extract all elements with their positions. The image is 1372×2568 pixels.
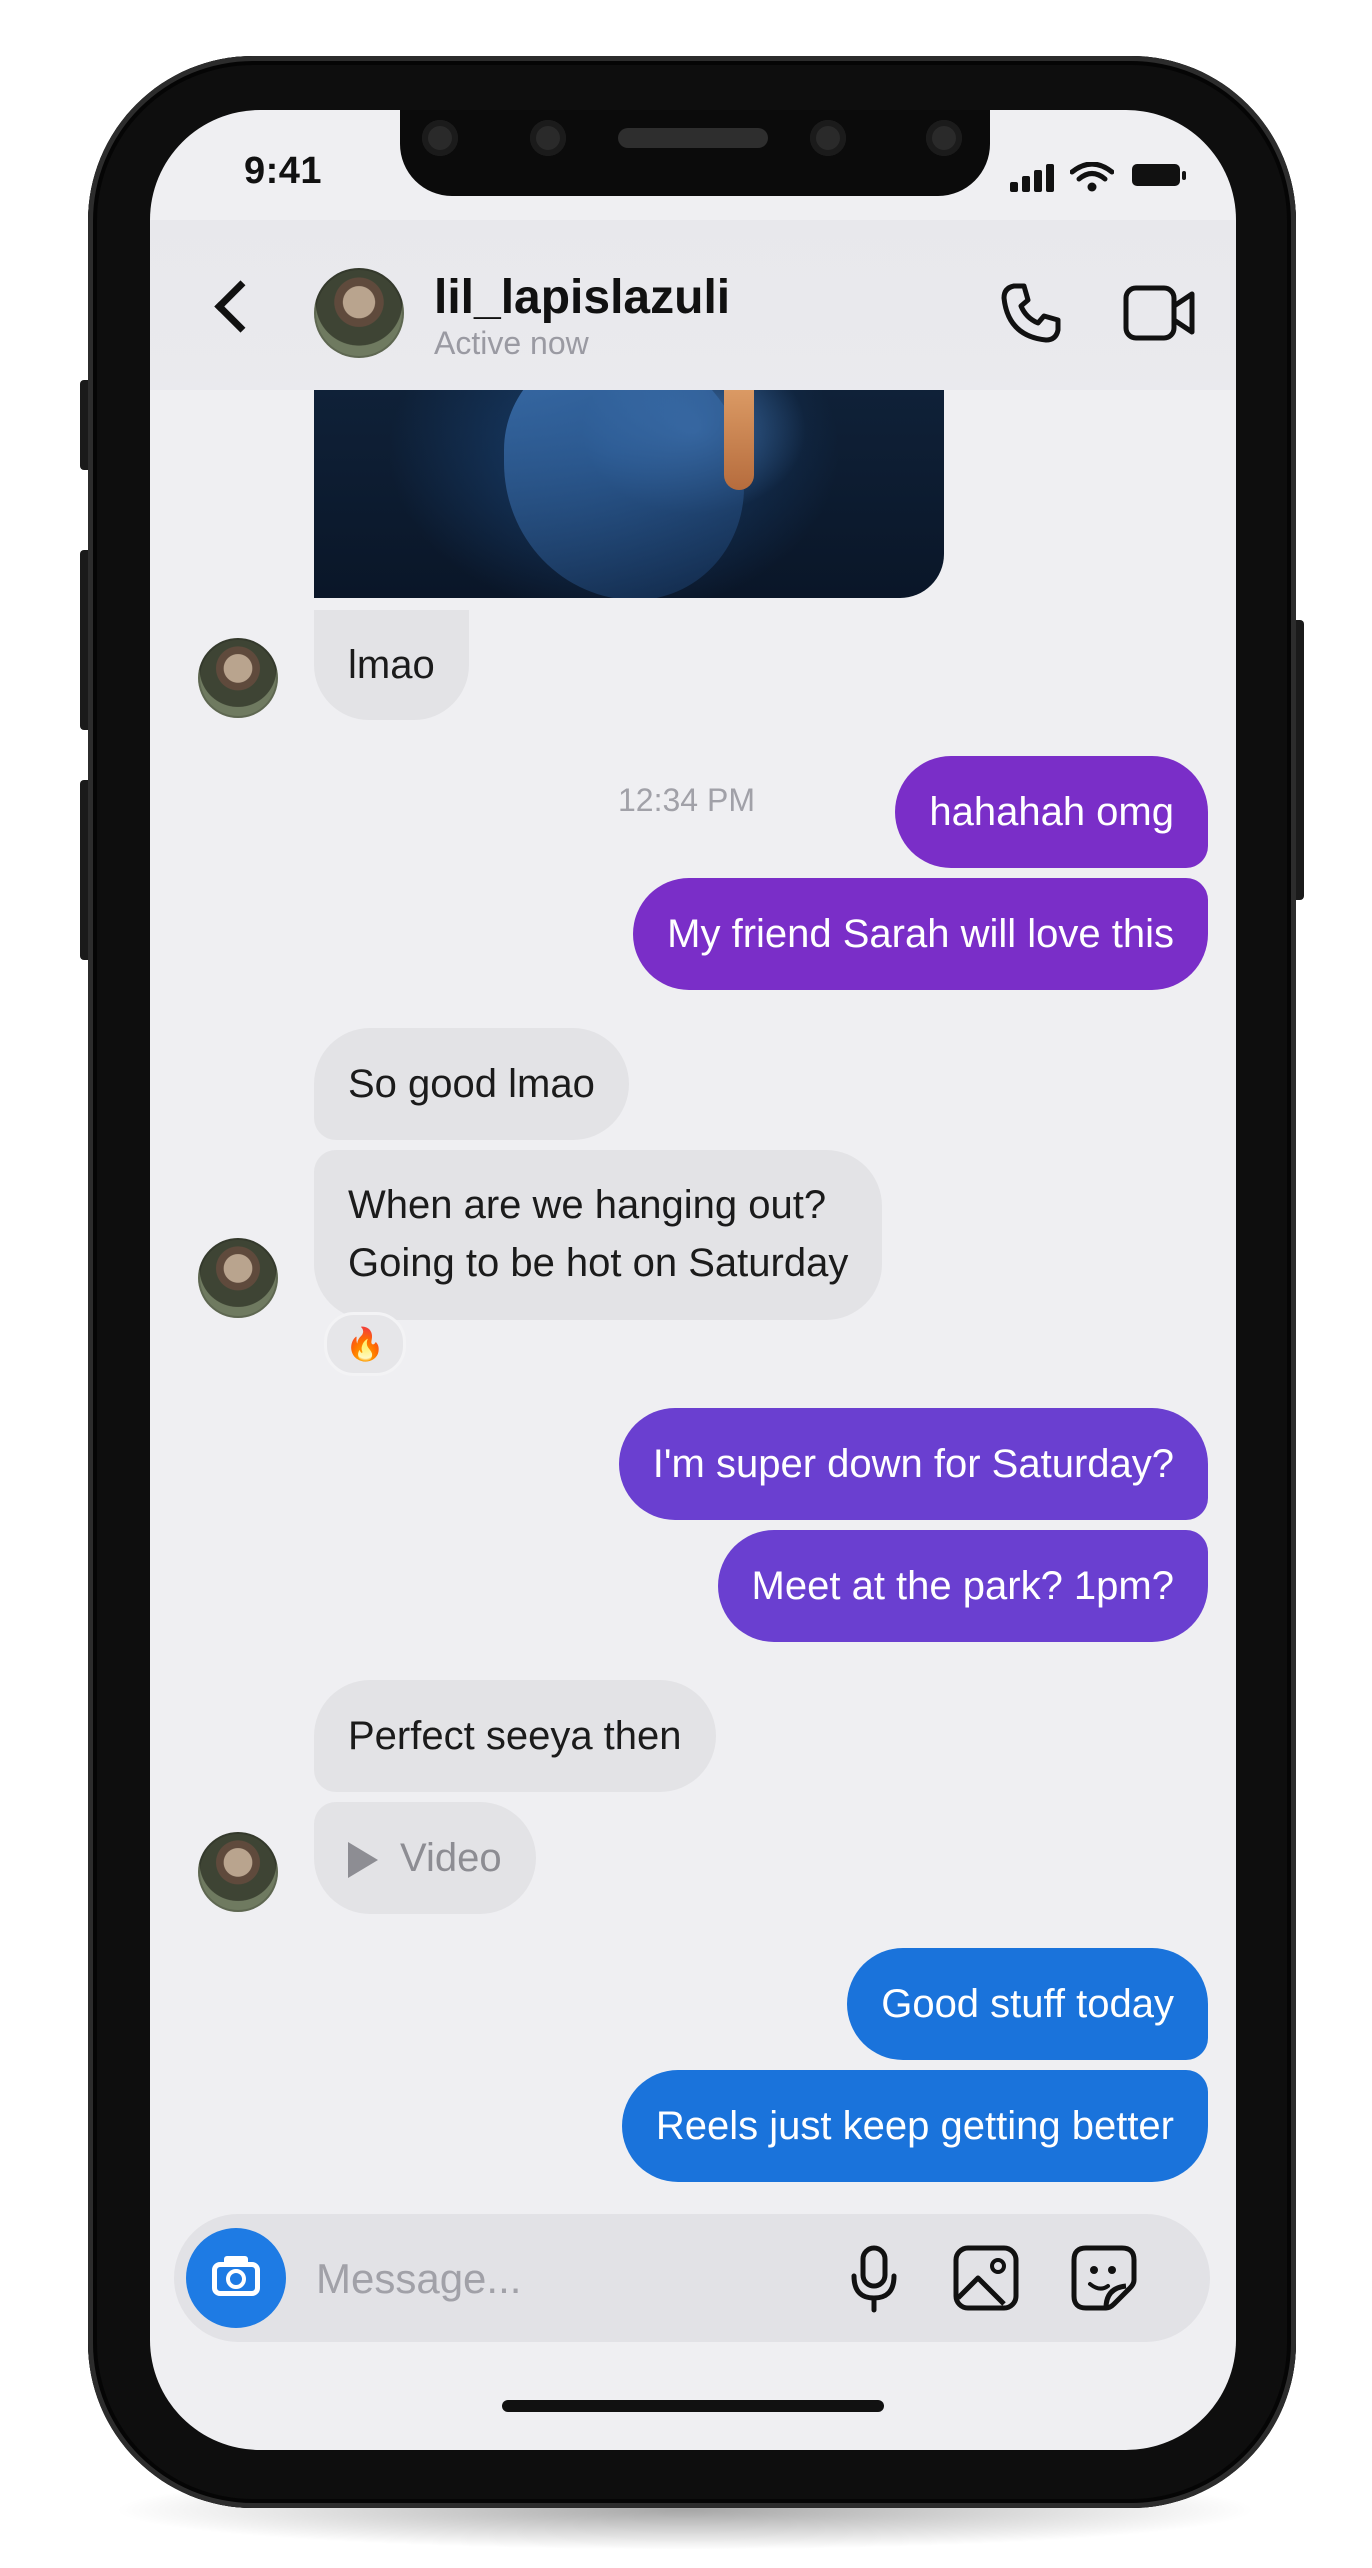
front-camera [810, 120, 846, 156]
message-text: Perfect seeya then [348, 1714, 682, 1758]
contact-avatar-small[interactable] [198, 1238, 278, 1318]
message-timestamp: 12:34 PM [618, 782, 755, 818]
image-content [504, 390, 744, 598]
contact-avatar-small[interactable] [198, 638, 278, 718]
contact-avatar[interactable] [314, 268, 404, 358]
message-bubble-outgoing[interactable]: Meet at the park? 1pm? [717, 1530, 1208, 1642]
message-composer [174, 2214, 1210, 2342]
video-label: Video [400, 1836, 502, 1880]
message-text: So good lmao [348, 1062, 595, 1106]
fire-reaction[interactable]: 🔥 [324, 1312, 406, 1376]
sticker-button[interactable] [1064, 2238, 1144, 2318]
message-bubble-outgoing[interactable]: Reels just keep getting better [621, 2070, 1208, 2182]
shared-image[interactable] [314, 390, 944, 598]
message-text: I'm super down for Saturday? [652, 1442, 1174, 1486]
message-text: Good stuff today [881, 1982, 1174, 2026]
chat-screen: 9:41 lil_lapislazuli Active now lmao 12:… [150, 110, 1236, 2450]
message-bubble-outgoing[interactable]: hahahah omg [895, 756, 1208, 868]
chat-header: lil_lapislazuli Active now [150, 220, 1236, 390]
microphone-button[interactable] [834, 2238, 914, 2318]
contact-status: Active now [434, 325, 589, 361]
camera-icon [226, 2269, 246, 2289]
notch [400, 110, 990, 196]
earpiece-speaker [618, 128, 768, 148]
camera-button[interactable] [186, 2228, 286, 2328]
message-text: Meet at the park? 1pm? [751, 1564, 1174, 1608]
message-bubble-incoming[interactable]: lmao [314, 610, 469, 720]
sensor-dot [422, 120, 458, 156]
signal-icon [1034, 170, 1042, 192]
signal-icon [1022, 176, 1030, 192]
home-indicator[interactable] [502, 2400, 884, 2412]
video-message[interactable]: Video [314, 1802, 536, 1914]
gallery-button[interactable] [946, 2238, 1026, 2318]
message-text: When are we hanging out? [348, 1183, 827, 1227]
message-input[interactable] [314, 2242, 798, 2316]
video-call-button[interactable] [1122, 282, 1196, 344]
message-bubble-outgoing[interactable]: Good stuff today [847, 1948, 1208, 2060]
message-text: Reels just keep getting better [655, 2104, 1174, 2148]
message-bubble-outgoing[interactable]: My friend Sarah will love this [633, 878, 1208, 990]
phone-call-button[interactable] [996, 278, 1066, 348]
message-bubble-incoming[interactable]: When are we hanging out? Going to be hot… [314, 1150, 883, 1320]
message-text: lmao [348, 643, 435, 687]
message-text: Going to be hot on Saturday [348, 1241, 849, 1285]
contact-avatar-small[interactable] [198, 1832, 278, 1912]
message-text: hahahah omg [929, 790, 1174, 834]
sensor-dot [530, 120, 566, 156]
message-bubble-outgoing[interactable]: I'm super down for Saturday? [618, 1408, 1208, 1520]
battery-icon [1132, 164, 1186, 186]
message-bubble-incoming[interactable]: Perfect seeya then [314, 1680, 716, 1792]
message-bubble-incoming[interactable]: So good lmao [314, 1028, 629, 1140]
contact-name[interactable]: lil_lapislazuli [434, 270, 730, 325]
message-text: My friend Sarah will love this [667, 912, 1174, 956]
status-time: 9:41 [244, 150, 323, 192]
sensor-dot [926, 120, 962, 156]
image-content [724, 390, 754, 490]
status-icons [1010, 162, 1186, 192]
signal-icon [1010, 182, 1018, 192]
play-icon [348, 1842, 378, 1879]
back-button[interactable] [208, 278, 258, 338]
wifi-icon [1070, 162, 1114, 192]
signal-icon [1046, 164, 1054, 192]
